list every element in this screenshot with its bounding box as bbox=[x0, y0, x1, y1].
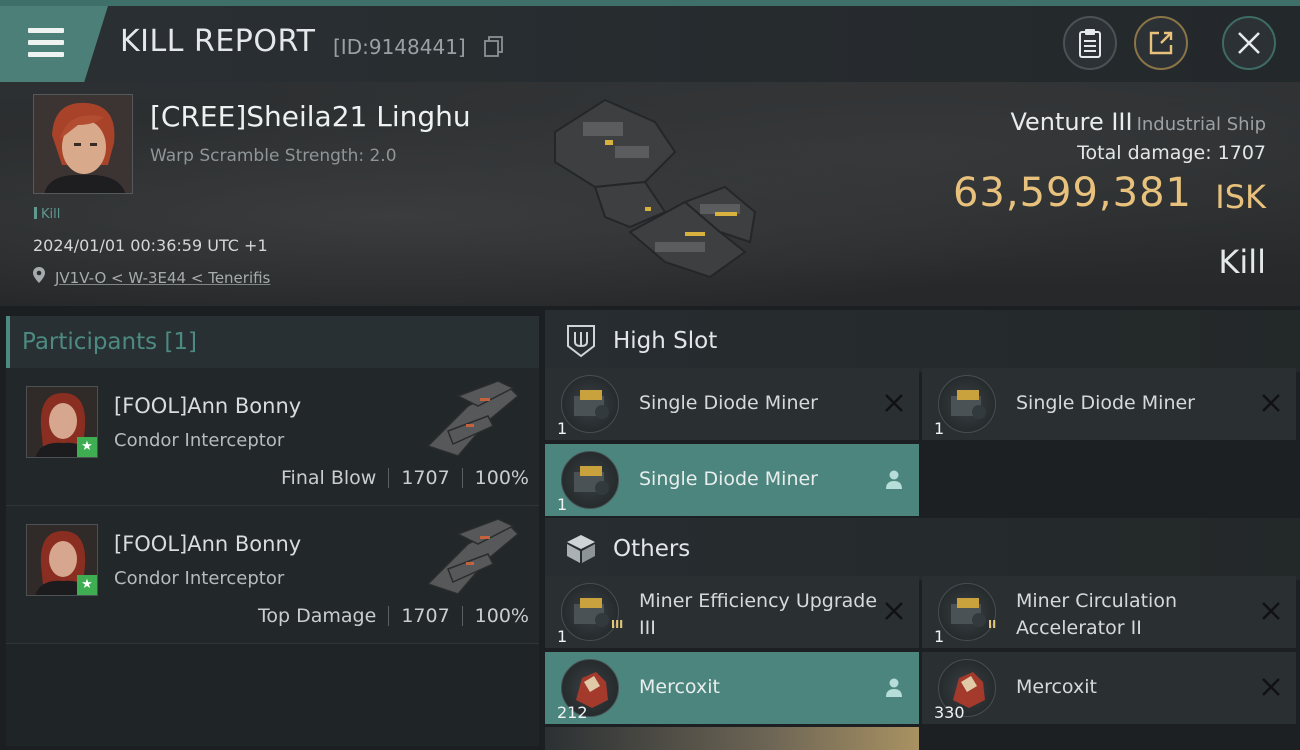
close-icon bbox=[1238, 32, 1260, 54]
participant-ship: Condor Interceptor bbox=[114, 430, 285, 451]
module-item[interactable]: 1 Single Diode Miner bbox=[545, 368, 919, 440]
tier-badge: III bbox=[611, 618, 624, 631]
item-name: Single Diode Miner bbox=[639, 468, 818, 490]
item-name: Single Diode Miner bbox=[639, 392, 818, 414]
upgrade-module-icon bbox=[561, 583, 619, 641]
participant-row[interactable]: ★ [FOOL]Ann Bonny Condor Interceptor Fin… bbox=[6, 368, 539, 506]
item-quantity: 1 bbox=[557, 419, 568, 438]
share-icon bbox=[1149, 31, 1173, 55]
item-name: Single Diode Miner bbox=[1016, 392, 1195, 414]
miner-module-icon bbox=[938, 375, 996, 433]
tier-badge: II bbox=[988, 618, 997, 631]
participants-header: Participants [1] bbox=[6, 316, 539, 368]
cargo-item[interactable]: 330 Mercoxit bbox=[922, 652, 1296, 724]
miner-module-icon bbox=[561, 375, 619, 433]
item-quantity: 1 bbox=[557, 495, 568, 514]
others-label: Others bbox=[613, 536, 691, 562]
participant-role: Final Blow bbox=[281, 467, 377, 489]
item-name: Mercoxit bbox=[639, 676, 720, 698]
clipboard-icon bbox=[1079, 29, 1101, 58]
location-pin-icon bbox=[33, 267, 45, 283]
dropped-person-icon bbox=[886, 678, 902, 697]
item-name: Mercoxit bbox=[1016, 676, 1097, 698]
participant-damage: 1707 bbox=[401, 467, 450, 489]
victim-name[interactable]: [CREE]Sheila21 Linghu bbox=[150, 100, 471, 133]
dropped-person-icon bbox=[886, 470, 902, 489]
item-quantity: 330 bbox=[934, 703, 965, 722]
item-quantity: 1 bbox=[934, 627, 945, 646]
module-item[interactable]: II 1 Miner Circulation Accelerator II bbox=[922, 576, 1296, 648]
star-badge-icon: ★ bbox=[77, 437, 97, 457]
isk-value: 63,599,381 bbox=[952, 170, 1192, 216]
page-title: KILL REPORT bbox=[120, 24, 316, 59]
isk-unit: ISK bbox=[1215, 178, 1266, 216]
destroyed-x-icon bbox=[885, 602, 903, 620]
module-item[interactable]: 1 Single Diode Miner bbox=[922, 368, 1296, 440]
cargo-box-icon bbox=[567, 535, 595, 563]
destroyed-x-icon bbox=[1262, 678, 1280, 696]
participants-panel: Participants [1] ★ [FOOL]Ann Bonny Condo… bbox=[6, 316, 539, 746]
participant-role: Top Damage bbox=[258, 605, 377, 627]
victim-ship-image bbox=[554, 98, 757, 279]
victim-portrait[interactable] bbox=[33, 94, 133, 194]
miner-module-icon bbox=[561, 451, 619, 509]
total-damage: Total damage: 1707 bbox=[1077, 142, 1266, 164]
item-name: Miner Efficiency Upgrade III bbox=[639, 590, 878, 639]
item-quantity: 1 bbox=[934, 419, 945, 438]
copy-icon[interactable] bbox=[484, 36, 504, 58]
others-header: Others bbox=[545, 518, 1300, 580]
report-id: [ID:9148441] bbox=[333, 35, 466, 59]
share-button[interactable] bbox=[1134, 16, 1188, 70]
participant-percent: 100% bbox=[474, 605, 529, 627]
high-slot-header: High Slot bbox=[545, 310, 1300, 372]
module-item[interactable]: III 1 Miner Efficiency Upgrade III bbox=[545, 576, 919, 648]
participant-row[interactable]: ★ [FOOL]Ann Bonny Condor Interceptor Top… bbox=[6, 506, 539, 644]
cargo-item[interactable]: 212 Mercoxit bbox=[545, 652, 919, 724]
participant-avatar[interactable]: ★ bbox=[26, 524, 98, 596]
result-label: Kill bbox=[1218, 243, 1266, 281]
module-item[interactable]: 1 Single Diode Miner bbox=[545, 444, 919, 516]
close-button[interactable] bbox=[1222, 16, 1276, 70]
report-button[interactable] bbox=[1063, 16, 1117, 70]
kill-location-link[interactable]: JV1V-O < W-3E44 < Tenerifis bbox=[55, 269, 270, 287]
total-damage-value: 1707 bbox=[1217, 142, 1266, 164]
participant-percent: 100% bbox=[474, 467, 529, 489]
kill-datetime: 2024/01/01 00:36:59 UTC +1 bbox=[33, 236, 268, 255]
participant-avatar[interactable]: ★ bbox=[26, 386, 98, 458]
kill-report-window: KILL REPORT [ID:9148441] [CREE]Sheila21 … bbox=[0, 0, 1300, 750]
participant-stats: Top Damage 1707 100% bbox=[258, 605, 529, 627]
destroyed-x-icon bbox=[1262, 602, 1280, 620]
participant-ship-image bbox=[426, 380, 520, 457]
item-quantity: 212 bbox=[557, 703, 588, 722]
fitting-panel: High Slot 1 Single Diode Miner 1 Single … bbox=[545, 310, 1300, 750]
ship-name-line: Venture III Industrial Ship bbox=[1010, 108, 1266, 136]
item-quantity: 1 bbox=[557, 627, 568, 646]
participant-ship: Condor Interceptor bbox=[114, 568, 285, 589]
star-badge-icon: ★ bbox=[77, 575, 97, 595]
participant-stats: Final Blow 1707 100% bbox=[281, 467, 529, 489]
total-damage-label: Total damage: bbox=[1077, 142, 1212, 164]
item-name: Miner Circulation Accelerator II bbox=[1016, 590, 1177, 639]
warp-scramble-strength: Warp Scramble Strength: 2.0 bbox=[150, 146, 397, 166]
participant-damage: 1707 bbox=[401, 605, 450, 627]
upgrade-module-icon bbox=[938, 583, 996, 641]
participant-ship-image bbox=[426, 518, 520, 595]
high-slot-label: High Slot bbox=[613, 328, 718, 354]
destroyed-x-icon bbox=[1262, 394, 1280, 412]
partial-item-row bbox=[545, 727, 919, 750]
participant-name[interactable]: [FOOL]Ann Bonny bbox=[114, 532, 301, 556]
high-slot-icon bbox=[567, 325, 595, 358]
ship-name[interactable]: Venture III bbox=[1010, 108, 1132, 136]
kill-tag: Kill bbox=[34, 207, 60, 222]
destroyed-x-icon bbox=[885, 394, 903, 412]
participant-name[interactable]: [FOOL]Ann Bonny bbox=[114, 394, 301, 418]
hamburger-icon bbox=[28, 28, 64, 58]
ship-class: Industrial Ship bbox=[1136, 114, 1266, 135]
character-portrait-image bbox=[34, 95, 132, 193]
